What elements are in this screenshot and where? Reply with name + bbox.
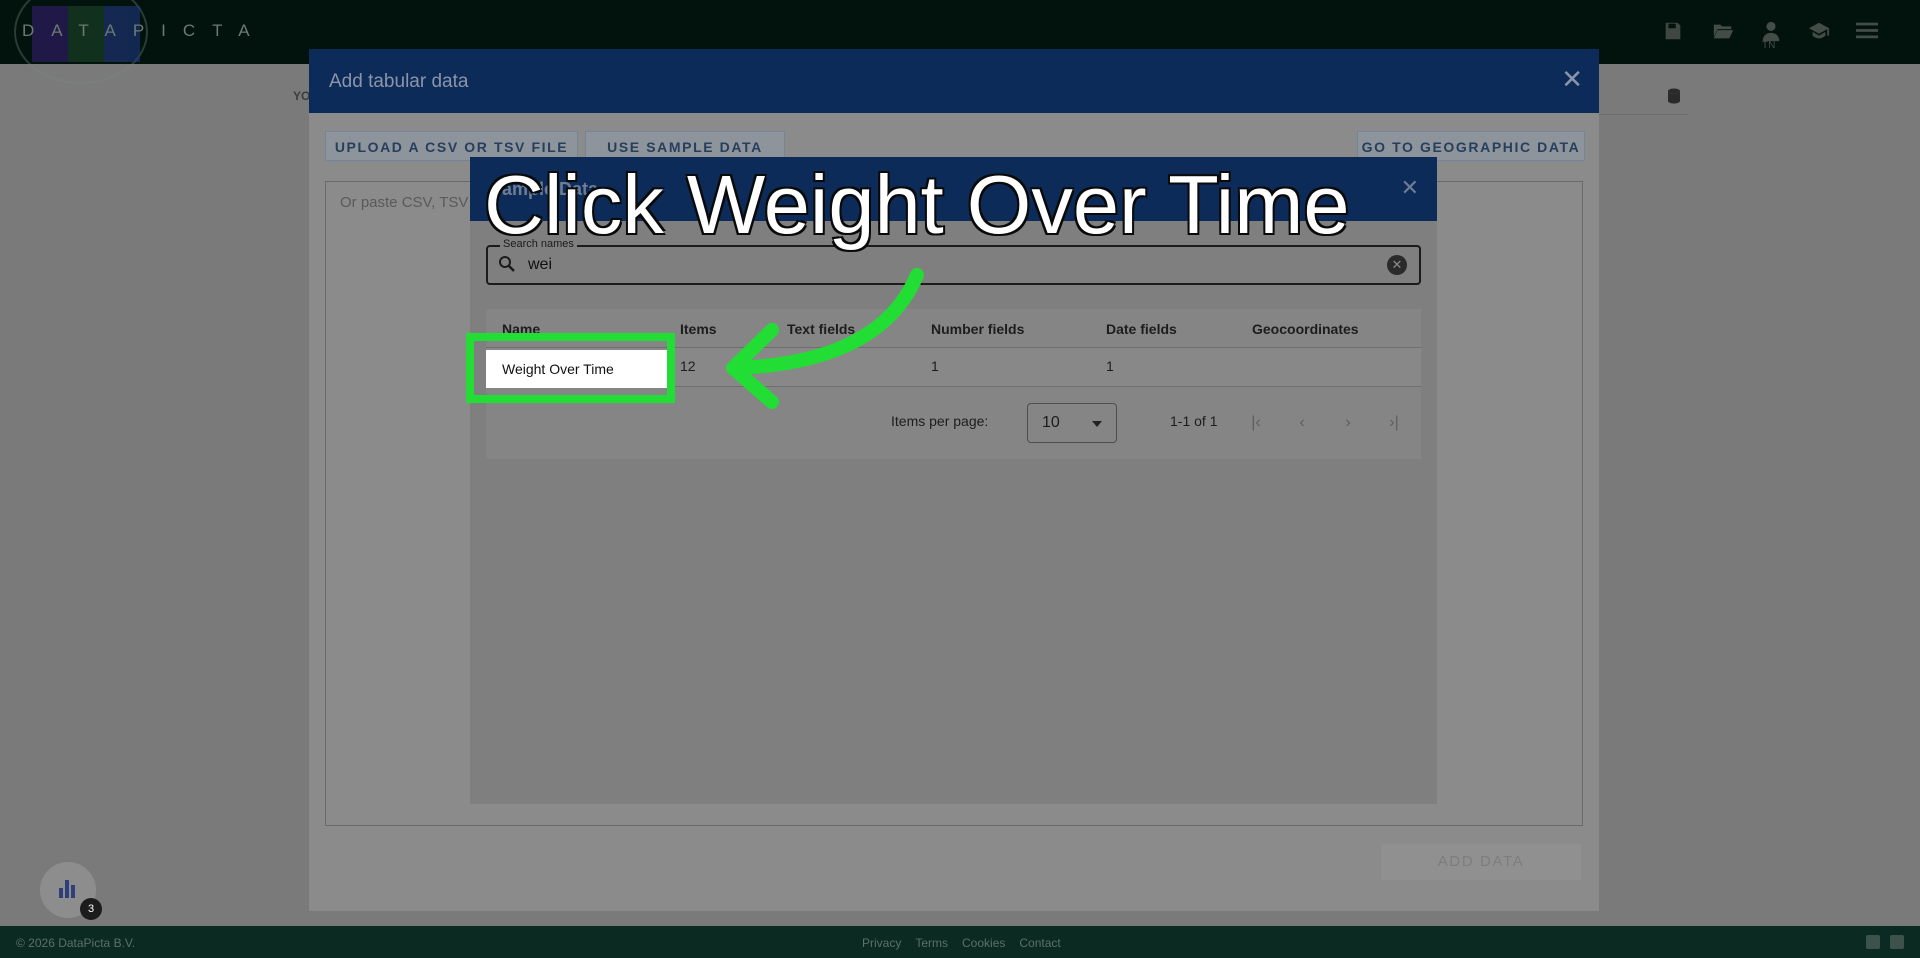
search-value: wei: [528, 256, 553, 273]
last-page-icon[interactable]: ›|: [1384, 413, 1404, 433]
highlight-box: [466, 333, 675, 403]
search-icon: [498, 255, 516, 273]
column-header-text-fields[interactable]: Text fields: [787, 321, 855, 337]
bar-chart-icon: [59, 880, 77, 898]
items-per-page-label: Items per page:: [891, 413, 989, 429]
tutorial-instruction: Click Weight Over Time: [484, 158, 1350, 251]
next-page-icon[interactable]: ›: [1338, 413, 1358, 433]
footer-links: Privacy Terms Cookies Contact: [862, 936, 1061, 950]
close-icon[interactable]: ✕: [1401, 175, 1419, 201]
items-per-page-select[interactable]: 10: [1027, 403, 1117, 443]
chart-fab[interactable]: 3: [40, 862, 102, 920]
cell-number-fields: 1: [931, 358, 939, 374]
datapicta-logo[interactable]: DATAPICTA: [8, 0, 250, 84]
column-header-number-fields[interactable]: Number fields: [931, 321, 1024, 337]
menu-icon[interactable]: [1854, 20, 1880, 46]
dialog-header: Add tabular data ✕: [309, 49, 1599, 113]
previous-page-icon[interactable]: ‹: [1292, 413, 1312, 433]
column-header-items[interactable]: Items: [680, 321, 717, 337]
save-icon[interactable]: [1660, 20, 1686, 46]
dropdown-arrow-icon: [1092, 421, 1102, 427]
add-data-button[interactable]: ADD DATA: [1381, 844, 1581, 880]
linkedin-icon[interactable]: [1890, 935, 1904, 949]
dialog-title: Add tabular data: [329, 71, 469, 92]
close-icon[interactable]: ✕: [1561, 65, 1583, 93]
paste-placeholder: Or paste CSV, TSV: [340, 194, 469, 211]
cell-items: 12: [680, 358, 696, 374]
cell-date-fields: 1: [1106, 358, 1114, 374]
folder-open-icon[interactable]: [1710, 20, 1736, 46]
school-icon[interactable]: [1806, 20, 1832, 46]
first-page-icon[interactable]: |‹: [1246, 413, 1266, 433]
pagination-range: 1-1 of 1: [1170, 413, 1218, 429]
privacy-link[interactable]: Privacy: [862, 936, 901, 950]
social-links: [1866, 935, 1904, 949]
items-per-page-value: 10: [1042, 414, 1060, 431]
logo-wordmark: DATAPICTA: [22, 21, 267, 40]
terms-link[interactable]: Terms: [915, 936, 948, 950]
copyright: © 2026 DataPicta B.V.: [16, 936, 136, 950]
youtube-icon[interactable]: [1866, 935, 1880, 949]
contact-link[interactable]: Contact: [1019, 936, 1060, 950]
cookies-link[interactable]: Cookies: [962, 936, 1005, 950]
clear-search-icon[interactable]: ✕: [1387, 255, 1407, 275]
footer: © 2026 DataPicta B.V. Privacy Terms Cook…: [0, 926, 1920, 958]
database-icon[interactable]: [1667, 88, 1681, 107]
section-label: YO: [293, 89, 311, 103]
notification-badge: 3: [80, 898, 102, 920]
column-header-geocoordinates[interactable]: Geocoordinates: [1252, 321, 1359, 337]
user-initials: TN: [1762, 40, 1776, 51]
column-header-date-fields[interactable]: Date fields: [1106, 321, 1177, 337]
